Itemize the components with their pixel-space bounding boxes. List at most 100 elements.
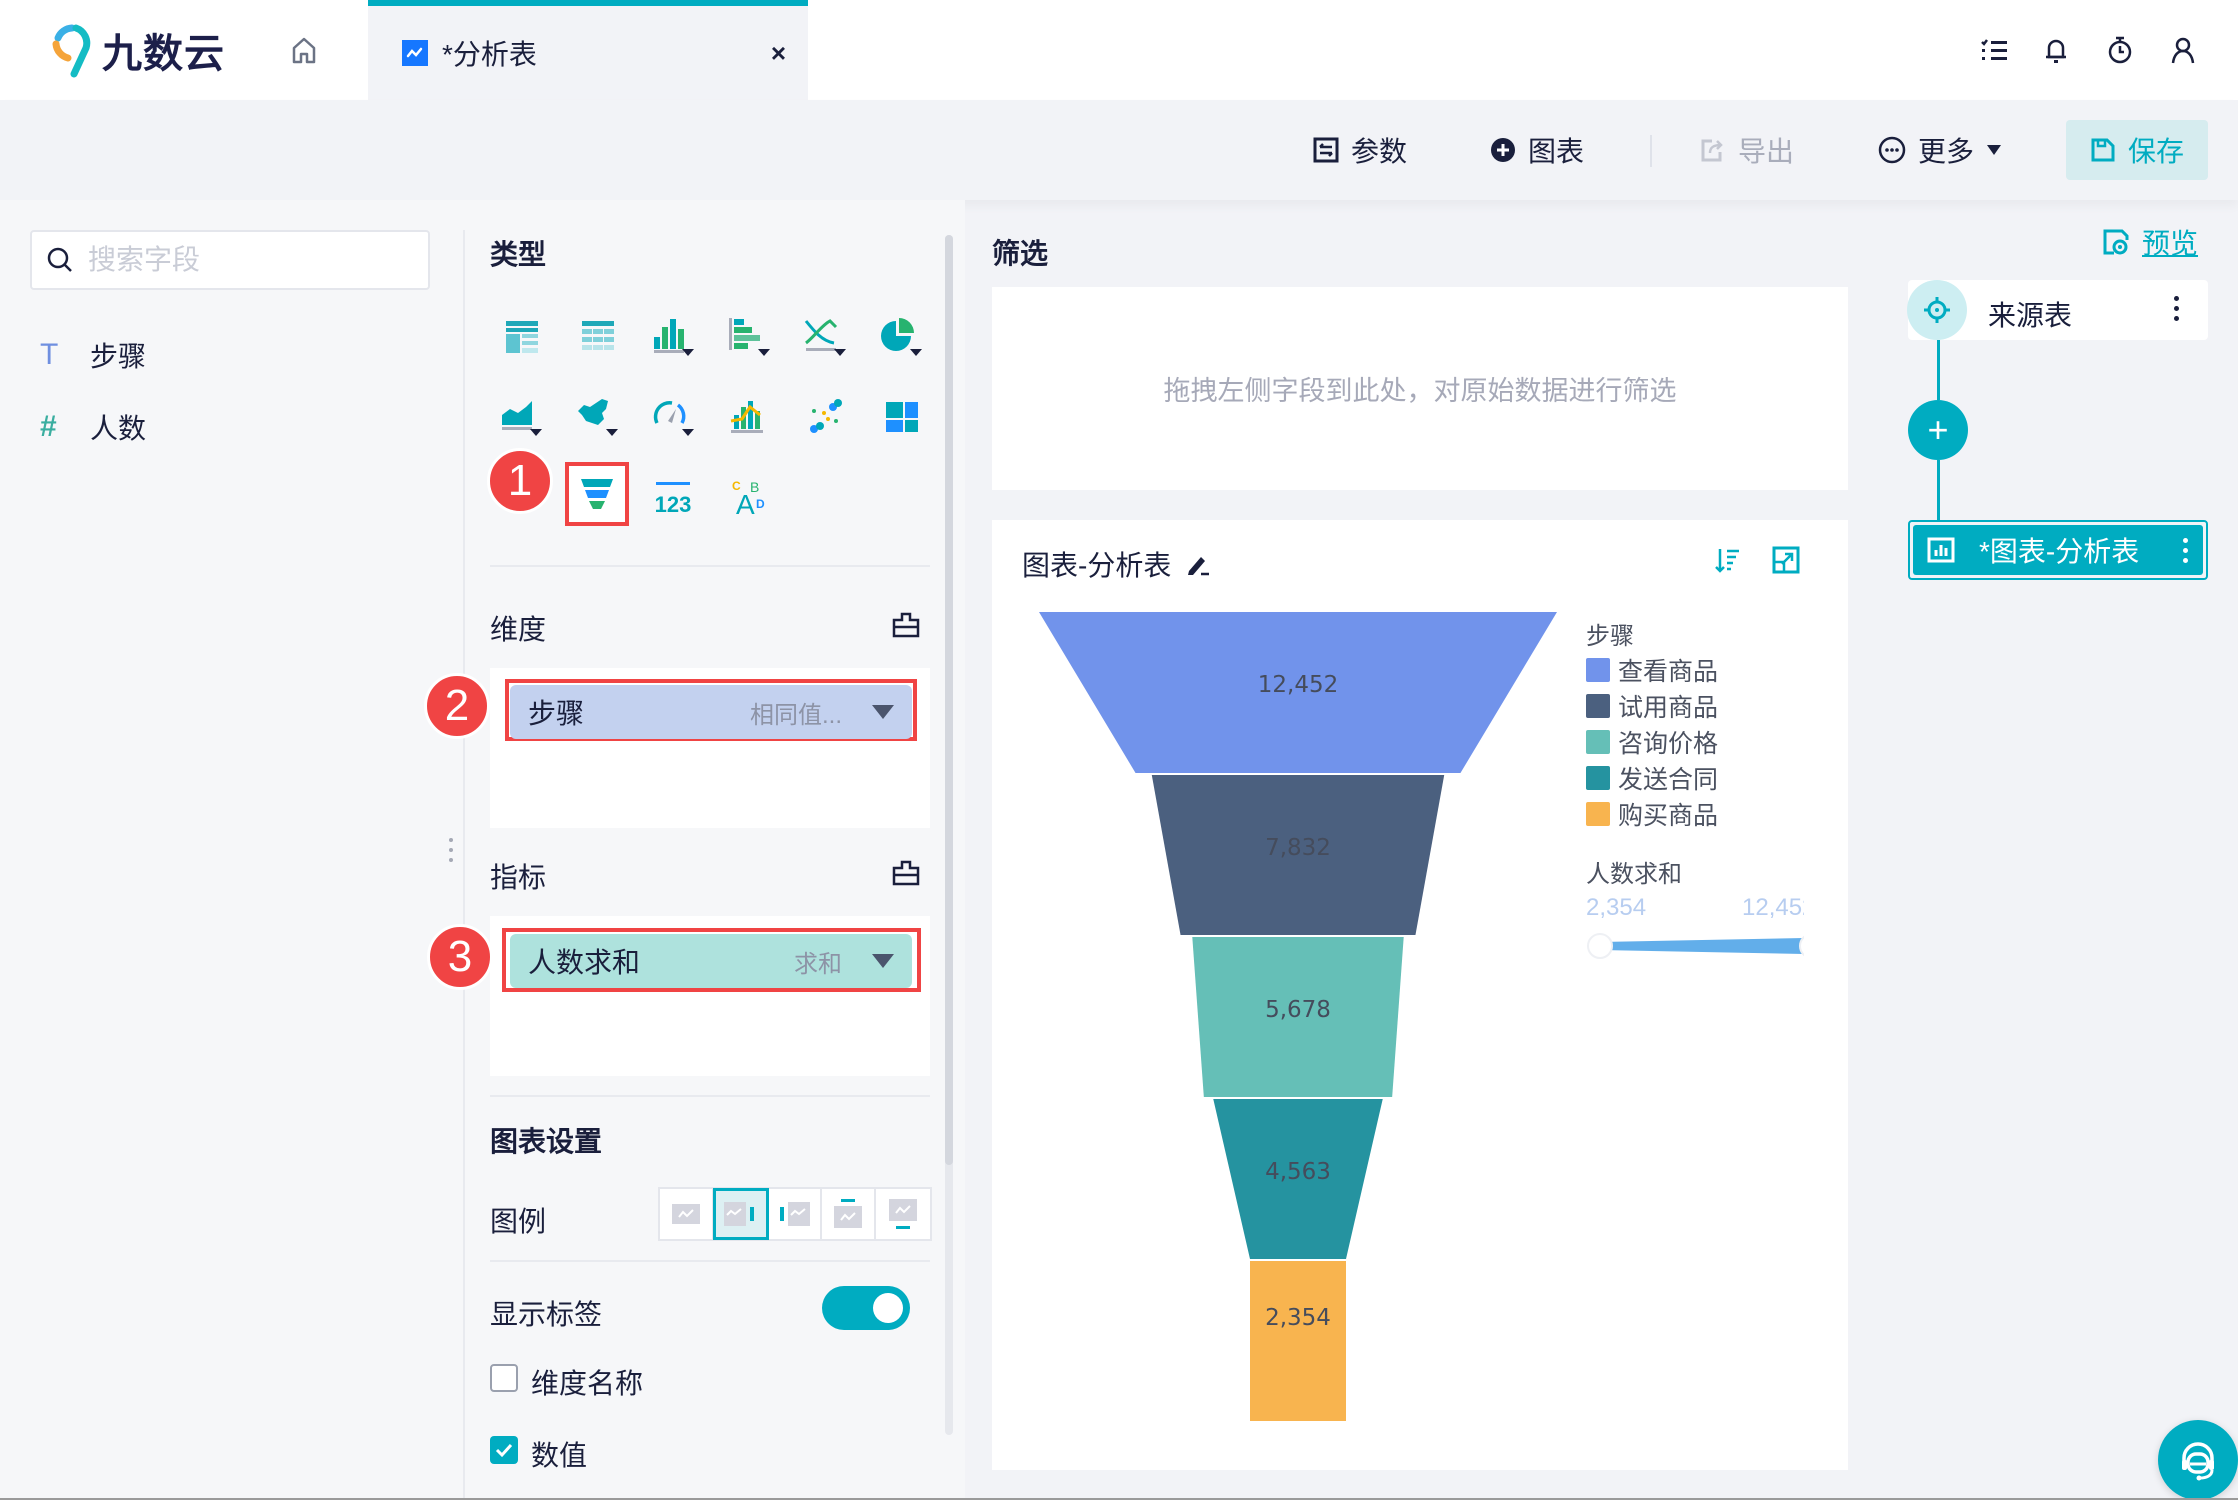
edit-title-icon[interactable]	[1185, 551, 1211, 577]
dimension-section-title: 维度	[490, 614, 547, 645]
funnel-segment[interactable]	[1250, 1261, 1346, 1421]
user-icon[interactable]	[2165, 32, 2201, 68]
logo-mark-icon	[50, 22, 94, 78]
preview-label: 预览	[2142, 228, 2199, 259]
legend-position-bottom[interactable]	[876, 1189, 930, 1239]
plus-circle-icon	[1491, 138, 1515, 162]
save-button[interactable]: 保存	[2066, 120, 2208, 180]
field-name: 人数	[90, 413, 147, 444]
field-search-input[interactable]	[88, 244, 408, 276]
chart-type-scatter[interactable]	[802, 393, 850, 441]
dimension-drop-zone[interactable]: 步骤 相同值...	[490, 668, 930, 828]
legend-item[interactable]: 咨询价格	[1586, 724, 1848, 760]
dimension-name-checkbox[interactable]	[490, 1364, 518, 1392]
panel-resize-handle[interactable]	[449, 838, 453, 862]
config-scrollbar[interactable]	[945, 235, 953, 1435]
clear-metric-icon[interactable]	[891, 858, 921, 888]
chart-type-gauge[interactable]	[650, 393, 698, 441]
dimension-pill-step[interactable]: 步骤 相同值...	[510, 685, 912, 739]
legend-item[interactable]: 发送合同	[1586, 760, 1848, 796]
filter-drop-zone[interactable]: 拖拽左侧字段到此处，对原始数据进行筛选	[992, 287, 1848, 490]
timer-icon[interactable]	[2102, 32, 2138, 68]
save-label: 保存	[2127, 136, 2184, 167]
more-circle-icon	[1878, 136, 1906, 164]
field-item-step[interactable]: T 步骤	[40, 335, 146, 375]
show-label-toggle[interactable]	[822, 1286, 910, 1330]
chart-type-funnel[interactable]	[565, 462, 629, 526]
params-icon	[1313, 137, 1339, 163]
chart-type-area[interactable]	[498, 393, 546, 441]
legend-item[interactable]: 试用商品	[1586, 688, 1848, 724]
funnel-value-label: 2,354	[1265, 1305, 1331, 1331]
tab-close-icon[interactable]: ×	[771, 38, 786, 69]
sort-icon[interactable]	[1712, 544, 1744, 576]
preview-link[interactable]: 预览	[2102, 222, 2198, 262]
customer-support-button[interactable]	[2158, 1420, 2238, 1500]
chart-type-horizontal-bar[interactable]	[726, 313, 774, 361]
legend-position-right[interactable]	[713, 1188, 769, 1240]
source-node-menu-icon[interactable]	[2174, 296, 2180, 321]
add-chart-button[interactable]: 图表	[1490, 128, 1584, 172]
word-cloud-icon: C BA D	[732, 479, 765, 518]
chart-type-combo[interactable]	[726, 393, 774, 441]
export-button[interactable]: 导出	[1700, 128, 1794, 172]
check-icon	[495, 1443, 513, 1458]
chart-type-pie[interactable]	[878, 313, 926, 361]
field-search-box[interactable]	[30, 230, 430, 290]
expand-icon[interactable]	[1770, 544, 1802, 576]
chart-analysis-node[interactable]: *图表-分析表	[1908, 520, 2208, 580]
funnel-value-label: 7,832	[1265, 835, 1331, 861]
metric-drop-zone[interactable]: 人数求和 求和	[490, 916, 930, 1076]
caret-down-icon[interactable]	[872, 954, 894, 968]
legend-position-top[interactable]	[822, 1189, 876, 1239]
more-button[interactable]: 更多	[1878, 128, 2002, 172]
chart-type-bar[interactable]	[650, 313, 698, 361]
chart-title: 图表-分析表	[1022, 544, 1211, 584]
chart-config-panel: 类型 123 CBAD 1 维度 步骤 相同值... 2 指标 人数求和 求和 …	[424, 200, 965, 1500]
metric-pill-people-sum[interactable]: 人数求和 求和	[510, 934, 912, 988]
legend-position-left[interactable]	[768, 1189, 822, 1239]
show-label-text: 显示标签	[490, 1299, 603, 1330]
field-panel: T 步骤 # 人数	[0, 200, 465, 1500]
source-table-node[interactable]: 来源表	[1907, 280, 2208, 340]
chart-type-grouped-table[interactable]	[498, 313, 546, 361]
filter-placeholder: 拖拽左侧字段到此处，对原始数据进行筛选	[1163, 376, 1677, 406]
add-step-button[interactable]: +	[1908, 400, 1968, 460]
caret-down-icon[interactable]	[872, 705, 894, 719]
logo[interactable]: 九数云	[50, 22, 225, 78]
legend-swatch	[1586, 694, 1610, 718]
home-icon[interactable]	[288, 34, 320, 66]
range-min-handle[interactable]	[1587, 933, 1613, 959]
dimension-pill-sub: 相同值...	[749, 701, 842, 729]
bell-icon[interactable]	[2038, 32, 2074, 68]
legend-right-icon	[724, 1202, 754, 1226]
chart-type-detail-table[interactable]	[574, 313, 622, 361]
add-chart-label: 图表	[1528, 136, 1585, 167]
svg-text:123: 123	[655, 492, 692, 516]
brand-name: 九数云	[102, 32, 225, 76]
chart-type-kpi[interactable]: 123	[650, 474, 698, 522]
chart-node-menu-icon[interactable]	[2183, 537, 2189, 563]
tab-analysis-table[interactable]: *分析表 ×	[368, 0, 808, 100]
metric-range-slider[interactable]	[1586, 928, 1825, 964]
annotation-badge-1: 1	[487, 448, 553, 514]
field-item-people[interactable]: # 人数	[40, 407, 146, 447]
legend-position-none[interactable]	[660, 1189, 714, 1239]
legend-label: 发送合同	[1618, 766, 1719, 794]
chart-type-rect-tree[interactable]	[878, 393, 926, 441]
source-node-label: 来源表	[1988, 300, 2073, 331]
source-node-badge	[1907, 280, 1967, 340]
chart-type-word-cloud[interactable]: CBAD	[726, 474, 774, 522]
gauge-chart-icon	[653, 401, 694, 436]
clear-dimension-icon[interactable]	[891, 610, 921, 640]
chart-type-line[interactable]	[802, 313, 850, 361]
task-list-icon[interactable]	[1976, 32, 2012, 68]
range-max-handle[interactable]	[1799, 933, 1825, 959]
chart-type-map[interactable]	[574, 393, 622, 441]
legend-item[interactable]: 购买商品	[1586, 796, 1848, 832]
value-checkbox[interactable]	[490, 1436, 518, 1464]
legend-item[interactable]: 查看商品	[1586, 652, 1848, 688]
legend-top-icon	[834, 1199, 862, 1228]
legend-none-icon	[672, 1204, 700, 1224]
params-button[interactable]: 参数	[1313, 128, 1407, 172]
